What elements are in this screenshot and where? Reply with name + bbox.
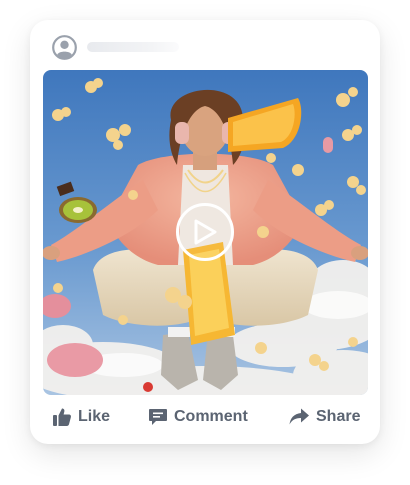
thumbs-up-icon <box>53 408 71 426</box>
post-header <box>52 33 179 61</box>
share-label: Share <box>316 408 361 425</box>
comment-label: Comment <box>174 408 248 425</box>
comment-button[interactable]: Comment <box>148 404 248 430</box>
avatar[interactable] <box>52 34 77 60</box>
like-label: Like <box>78 408 111 425</box>
share-arrow-icon <box>289 408 309 425</box>
user-circle-icon <box>52 34 77 60</box>
play-icon <box>194 219 217 245</box>
post-actions: Like Comment Share <box>30 404 380 430</box>
comment-icon <box>149 409 167 425</box>
like-button[interactable]: Like <box>52 404 110 430</box>
play-button[interactable] <box>176 203 234 261</box>
post-card: Like Comment Share <box>30 20 380 444</box>
author-name-placeholder <box>87 42 179 52</box>
post-video[interactable] <box>43 70 368 395</box>
share-button[interactable]: Share <box>288 404 360 430</box>
